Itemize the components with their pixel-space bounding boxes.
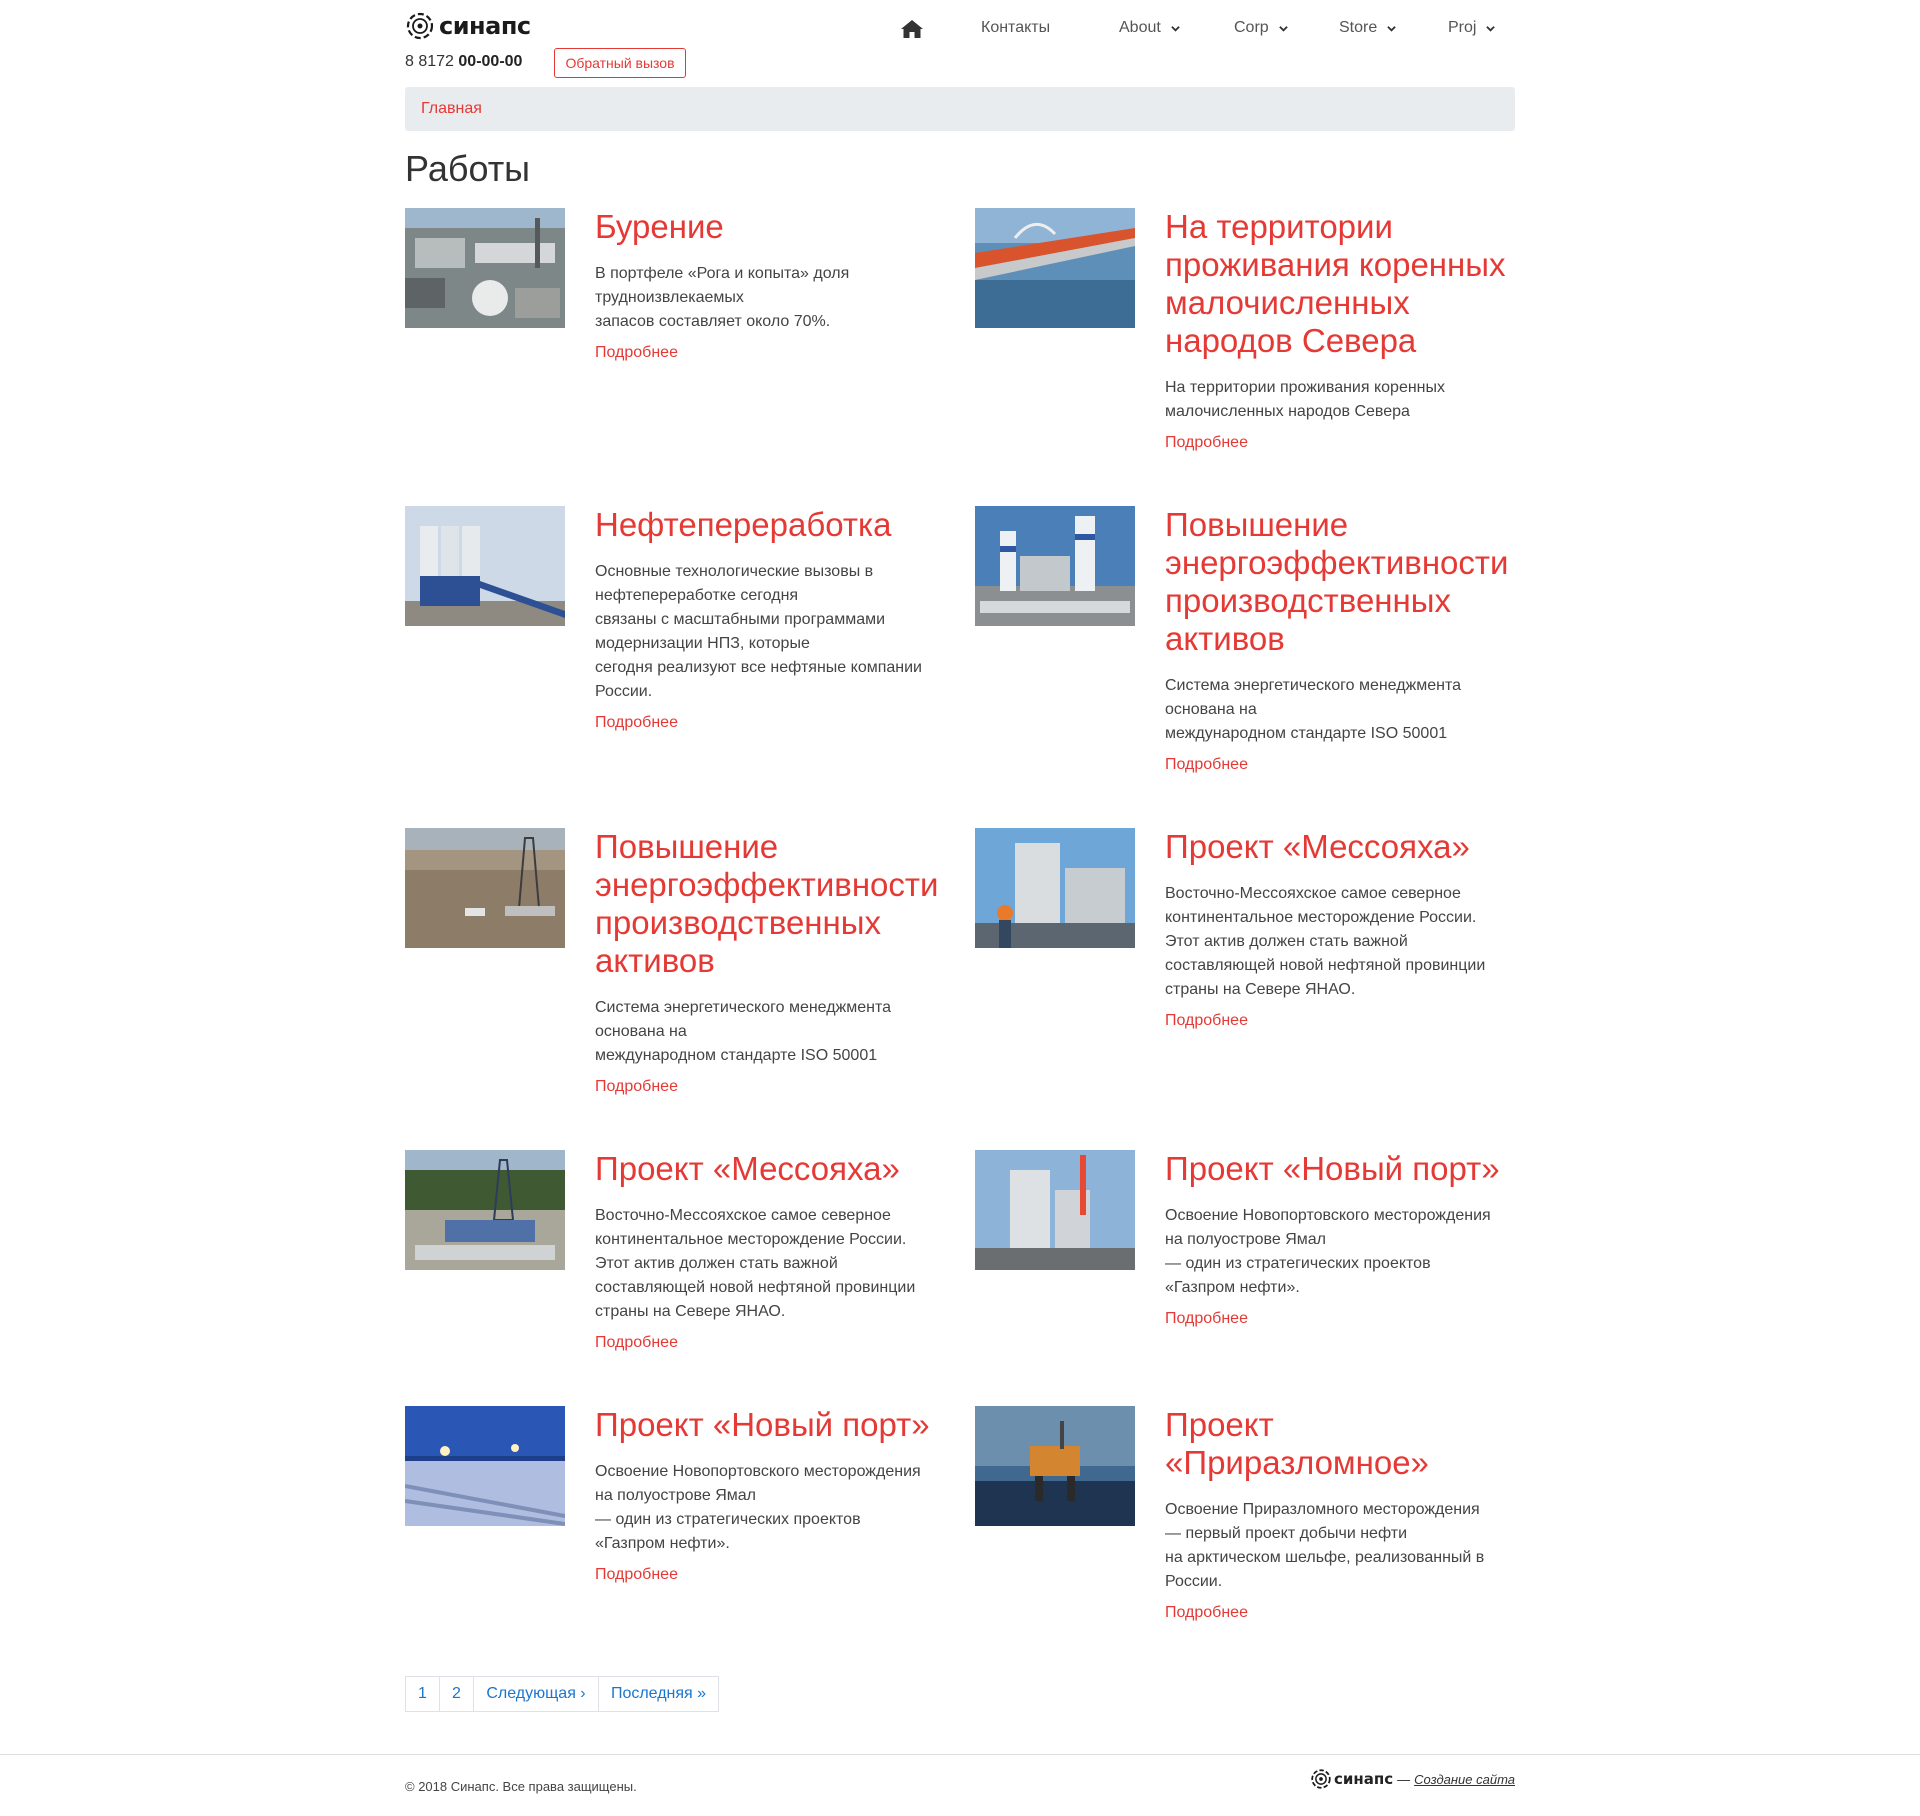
work-title[interactable]: Нефтепереработка [595, 506, 955, 544]
power-plant-chimney-image [975, 1150, 1135, 1270]
copyright: © 2018 Синапс. Все права защищены. [405, 1779, 637, 1794]
power-plant-image [975, 828, 1135, 948]
page-2-link[interactable]: 2 [439, 1676, 474, 1712]
breadcrumb-home-link[interactable]: Главная [421, 100, 482, 118]
work-thumbnail[interactable] [405, 1150, 565, 1270]
logo-text: синапс [439, 12, 531, 40]
work-thumbnail[interactable] [405, 506, 565, 626]
work-description: Основные технологические вызовы в нефтеп… [595, 563, 922, 700]
bridge-image [975, 208, 1135, 328]
page-1-link[interactable]: 1 [405, 1676, 440, 1712]
more-link[interactable]: Подробнее [595, 714, 678, 732]
work-title[interactable]: Проект «Мессояха» [595, 1150, 955, 1188]
nav-item-store[interactable]: Store [1339, 10, 1396, 46]
more-link[interactable]: Подробнее [1165, 1604, 1248, 1622]
chevron-down-icon [1278, 25, 1288, 32]
work-description: Освоение Новопортовского месторождения н… [595, 1463, 921, 1552]
work-thumbnail[interactable] [975, 208, 1135, 328]
work-description: Освоение Новопортовского месторождения н… [1165, 1207, 1491, 1296]
nav-item-contacts[interactable]: Контакты [981, 10, 1050, 46]
offshore-platform-image [975, 1406, 1135, 1526]
nav-item-proj[interactable]: Proj [1448, 10, 1496, 46]
home-icon[interactable] [900, 18, 924, 40]
drilling-site-image [405, 1150, 565, 1270]
work-description: Восточно-Мессояхское самое северное конт… [1165, 885, 1486, 998]
more-link[interactable]: Подробнее [1165, 434, 1248, 452]
work-title[interactable]: Проект «Новый порт» [595, 1406, 955, 1444]
breadcrumb: Главная [405, 87, 1515, 131]
work-thumbnail[interactable] [405, 828, 565, 948]
more-link[interactable]: Подробнее [1165, 1310, 1248, 1328]
work-title[interactable]: Повышение энергоэффективности производст… [595, 828, 955, 980]
work-thumbnail[interactable] [975, 1150, 1135, 1270]
logo-mark-icon [406, 12, 434, 40]
work-title[interactable]: Проект «Новый порт» [1165, 1150, 1525, 1188]
pagination: 1 2 Следующая › Последняя » [405, 1676, 719, 1712]
work-thumbnail[interactable] [975, 828, 1135, 948]
work-description: Система энергетического менеджмента осно… [1165, 677, 1462, 742]
chevron-down-icon [1171, 25, 1180, 32]
footer-divider [0, 1754, 1920, 1755]
work-thumbnail[interactable] [975, 506, 1135, 626]
more-link[interactable]: Подробнее [595, 1334, 678, 1352]
site-creation-link[interactable]: Создание сайта [1414, 1772, 1515, 1787]
industrial-plant-image [405, 208, 565, 328]
next-page-link[interactable]: Следующая › [473, 1676, 599, 1712]
work-thumbnail[interactable] [405, 208, 565, 328]
logo[interactable]: синапс [405, 8, 531, 44]
work-thumbnail[interactable] [405, 1406, 565, 1526]
callback-button[interactable]: Обратный вызов [554, 48, 686, 78]
work-description: На территории проживания коренных малочи… [1165, 379, 1446, 420]
logo-mark-icon [1311, 1769, 1331, 1789]
work-thumbnail[interactable] [975, 1406, 1135, 1526]
silos-image [405, 506, 565, 626]
page-title: Работы [405, 148, 531, 189]
chevron-down-icon [1486, 25, 1496, 32]
work-title[interactable]: Проект «Приразломное» [1165, 1406, 1525, 1482]
more-link[interactable]: Подробнее [1165, 756, 1248, 774]
work-description: Восточно-Мессояхское самое северное конт… [595, 1207, 916, 1320]
nav-item-corp[interactable]: Corp [1234, 10, 1288, 46]
chevron-down-icon [1387, 25, 1396, 32]
more-link[interactable]: Подробнее [1165, 1012, 1248, 1030]
work-description: В портфеле «Рога и копыта» доля трудноиз… [595, 265, 850, 330]
nav-item-about[interactable]: About [1119, 10, 1180, 46]
more-link[interactable]: Подробнее [595, 344, 678, 362]
drilling-rig-image [405, 828, 565, 948]
pipeline-night-image [405, 1406, 565, 1526]
phone-number: 8 8172 00-00-00 [405, 53, 523, 70]
footer-logo-text: синапс [1333, 1770, 1394, 1788]
work-title[interactable]: Бурение [595, 208, 955, 246]
work-description: Система энергетического менеджмента осно… [595, 999, 892, 1064]
more-link[interactable]: Подробнее [595, 1078, 678, 1096]
work-title[interactable]: Повышение энергоэффективности производст… [1165, 506, 1525, 658]
silo-plant-image [975, 506, 1135, 626]
last-page-link[interactable]: Последняя » [598, 1676, 719, 1712]
work-title[interactable]: Проект «Мессояха» [1165, 828, 1525, 866]
work-description: Освоение Приразломного месторождения — п… [1165, 1501, 1485, 1590]
work-title[interactable]: На территории проживания коренных малочи… [1165, 208, 1525, 360]
more-link[interactable]: Подробнее [595, 1566, 678, 1584]
footer-credit: синапс — Создание сайта [1310, 1768, 1515, 1790]
